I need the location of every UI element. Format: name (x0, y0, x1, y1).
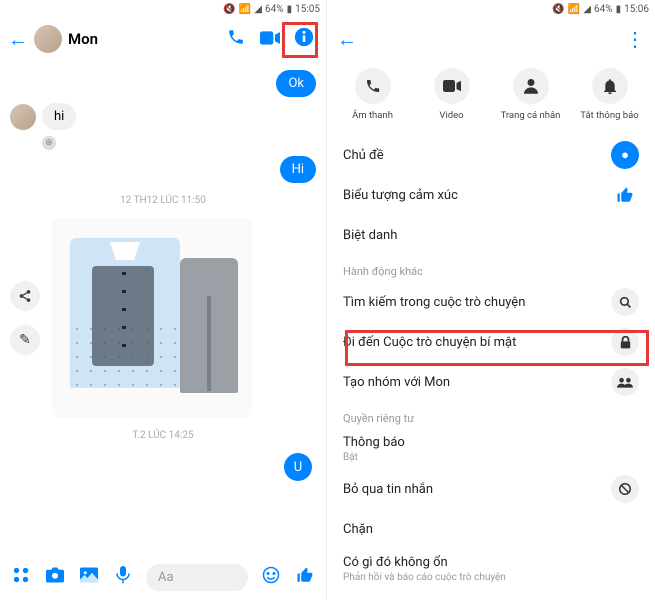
section-header: Quyền riêng tư (343, 402, 639, 429)
status-bar: 🔇 📶 ◢ 64% ▮ 15:05 (0, 0, 326, 18)
back-icon[interactable]: ← (337, 27, 357, 52)
battery-label: 64% (594, 4, 613, 15)
timestamp: 12 TH12 LÚC 11:50 (10, 195, 316, 206)
menu-report[interactable]: Có gì đó không ổn Phản hồi và báo cáo cu… (343, 549, 639, 589)
back-icon[interactable]: ← (8, 27, 28, 52)
msg-in[interactable]: hi (42, 103, 76, 130)
menu-notifications[interactable]: Thông báo Bật (343, 429, 639, 469)
status-bar: 🔇 📶 ◢ 64% ▮ 15:06 (327, 0, 655, 18)
action-row: Âm thanh Video Trang cá nhân Tắt thông b… (327, 60, 655, 135)
theme-icon: ● (611, 141, 639, 169)
mute-button[interactable]: Tắt thông báo (575, 68, 645, 121)
wifi-icon: 📶 (568, 4, 580, 15)
battery-icon: ▮ (287, 4, 293, 15)
menu-create-group[interactable]: Tạo nhóm với Mon (343, 362, 639, 402)
menu-ignore[interactable]: Bỏ qua tin nhắn (343, 469, 639, 509)
section-header: Hành động khác (343, 255, 639, 282)
message-input[interactable]: Aa (146, 564, 248, 591)
video-icon (434, 68, 470, 104)
video-icon[interactable] (256, 30, 284, 49)
group-icon (611, 368, 639, 396)
seen-indicator: ⊕ (42, 136, 56, 150)
timestamp: T.2 LÚC 14:25 (10, 430, 316, 441)
detail-header: ← ⋮ (327, 18, 655, 60)
search-icon (611, 288, 639, 316)
gallery-icon[interactable] (78, 567, 100, 588)
avatar[interactable] (10, 104, 36, 130)
chat-header: ← Mon (0, 18, 326, 60)
clock-label: 15:06 (624, 4, 649, 15)
menu-block[interactable]: Chặn (343, 509, 639, 549)
msg-out[interactable]: Hi (280, 156, 316, 183)
msg-out[interactable]: U (284, 453, 312, 481)
image-message[interactable]: ✎ (10, 218, 316, 418)
action-label: Trang cá nhân (501, 110, 561, 121)
signal-icon: ◢ (254, 4, 262, 15)
edit-icon[interactable]: ✎ (10, 325, 40, 355)
composer: Aa (0, 554, 326, 600)
chat-body: Ok hi ⊕ Hi 12 TH12 LÚC 11:50 ✎ T.2 LÚC 1… (0, 60, 326, 491)
video-call-button[interactable]: Video (417, 68, 487, 121)
profile-button[interactable]: Trang cá nhân (496, 68, 566, 121)
ignore-icon (611, 475, 639, 503)
settings-menu: Chủ đề ● Biểu tượng cảm xúc Biệt danh Hà… (327, 135, 655, 589)
mute-icon: 🔇 (552, 4, 564, 15)
lock-icon (611, 328, 639, 356)
msg-out[interactable]: Ok (276, 70, 316, 97)
battery-icon: ▮ (616, 4, 622, 15)
share-icon[interactable] (10, 281, 40, 311)
clock-label: 15:05 (295, 4, 320, 15)
call-icon[interactable] (222, 28, 250, 50)
like-icon[interactable] (294, 566, 316, 589)
product-image[interactable] (52, 218, 252, 418)
audio-call-button[interactable]: Âm thanh (338, 68, 408, 121)
avatar[interactable] (34, 25, 62, 53)
menu-emoji[interactable]: Biểu tượng cảm xúc (343, 175, 639, 215)
info-icon[interactable] (290, 27, 318, 51)
like-icon (611, 181, 639, 209)
apps-icon[interactable] (10, 566, 32, 589)
emoji-icon[interactable] (260, 566, 282, 589)
contact-name[interactable]: Mon (68, 30, 216, 48)
more-icon[interactable]: ⋮ (625, 27, 645, 51)
person-icon (513, 68, 549, 104)
menu-search[interactable]: Tìm kiếm trong cuộc trò chuyện (343, 282, 639, 322)
mic-icon[interactable] (112, 566, 134, 589)
bell-icon (592, 68, 628, 104)
phone-icon (355, 68, 391, 104)
camera-icon[interactable] (44, 567, 66, 588)
wifi-icon: 📶 (239, 4, 251, 15)
menu-nickname[interactable]: Biệt danh (343, 215, 639, 255)
action-label: Âm thanh (352, 110, 393, 121)
menu-theme[interactable]: Chủ đề ● (343, 135, 639, 175)
signal-icon: ◢ (583, 4, 591, 15)
menu-secret-conversation[interactable]: Đi đến Cuộc trò chuyện bí mật (343, 322, 639, 362)
action-label: Tắt thông báo (580, 110, 638, 121)
mute-icon: 🔇 (223, 4, 235, 15)
action-label: Video (439, 110, 463, 121)
battery-label: 64% (265, 4, 284, 15)
